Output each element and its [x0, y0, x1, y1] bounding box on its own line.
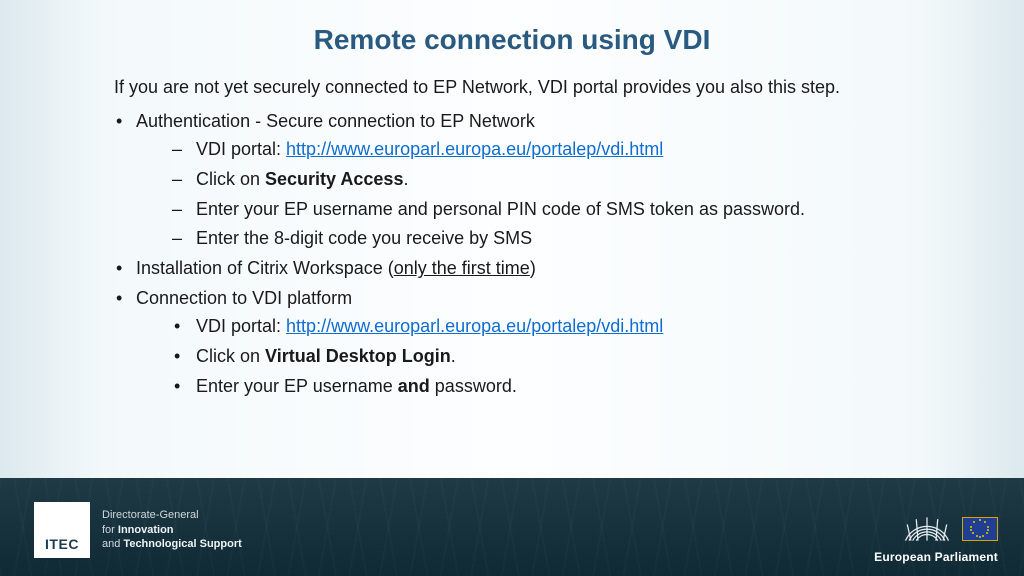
bold-text: and [398, 376, 430, 396]
itec-line-bold: Technological Support [123, 538, 241, 550]
vdi-portal-link[interactable]: http://www.europarl.europa.eu/portalep/v… [286, 316, 663, 336]
itec-logo-text: ITEC [45, 536, 79, 552]
itec-line-prefix: for [102, 524, 118, 536]
intro-paragraph: If you are not yet securely connected to… [114, 74, 964, 102]
list-text: Connection to VDI platform [136, 288, 352, 308]
ep-label: European Parliament [874, 550, 998, 564]
list-text: Click on [196, 346, 265, 366]
itec-line-bold: Innovation [118, 524, 174, 536]
list-text: Enter your EP username [196, 376, 398, 396]
content-body: If you are not yet securely connected to… [0, 74, 1024, 401]
list-item: Authentication - Secure connection to EP… [114, 108, 964, 253]
list-text: ) [530, 258, 536, 278]
list-item: Connection to VDI platform VDI portal: h… [114, 285, 964, 401]
list-item: VDI portal: http://www.europarl.europa.e… [172, 313, 964, 341]
vdi-portal-link[interactable]: http://www.europarl.europa.eu/portalep/v… [286, 139, 663, 159]
bullet-list: Authentication - Secure connection to EP… [114, 108, 964, 401]
itec-text: Directorate-General for Innovation and T… [102, 508, 242, 553]
list-text: . [403, 169, 408, 189]
slide: Remote connection using VDI If you are n… [0, 0, 1024, 576]
list-item: VDI portal: http://www.europarl.europa.e… [172, 136, 964, 164]
bold-text: Virtual Desktop Login [265, 346, 451, 366]
list-item: Click on Virtual Desktop Login. [172, 343, 964, 371]
sub-list: VDI portal: http://www.europarl.europa.e… [136, 313, 964, 401]
itec-line: Directorate-General [102, 508, 242, 523]
list-text: Click on [196, 169, 265, 189]
sub-list: VDI portal: http://www.europarl.europa.e… [136, 136, 964, 254]
list-text: password. [430, 376, 517, 396]
ep-logo-group [874, 512, 998, 546]
itec-logo: ITEC [34, 502, 90, 558]
itec-line-prefix: and [102, 538, 123, 550]
list-item: Installation of Citrix Workspace (only t… [114, 255, 964, 283]
underlined-text: only the first time [394, 258, 530, 278]
list-item: Enter your EP username and password. [172, 373, 964, 401]
itec-line: and Technological Support [102, 537, 242, 552]
page-title: Remote connection using VDI [0, 0, 1024, 74]
eu-flag-icon [962, 517, 998, 541]
itec-block: ITEC Directorate-General for Innovation … [34, 502, 242, 558]
parliament-arc-icon [900, 512, 954, 546]
footer-bar: ITEC Directorate-General for Innovation … [0, 478, 1024, 576]
list-text: VDI portal: [196, 316, 286, 336]
bold-text: Security Access [265, 169, 403, 189]
itec-line: for Innovation [102, 523, 242, 538]
list-item: Enter your EP username and personal PIN … [172, 196, 964, 224]
list-item: Click on Security Access. [172, 166, 964, 194]
list-text: . [451, 346, 456, 366]
list-item: Enter the 8-digit code you receive by SM… [172, 225, 964, 253]
list-text: VDI portal: [196, 139, 286, 159]
list-text: Authentication - Secure connection to EP… [136, 111, 535, 131]
ep-block: European Parliament [874, 512, 998, 564]
list-text: Installation of Citrix Workspace ( [136, 258, 394, 278]
